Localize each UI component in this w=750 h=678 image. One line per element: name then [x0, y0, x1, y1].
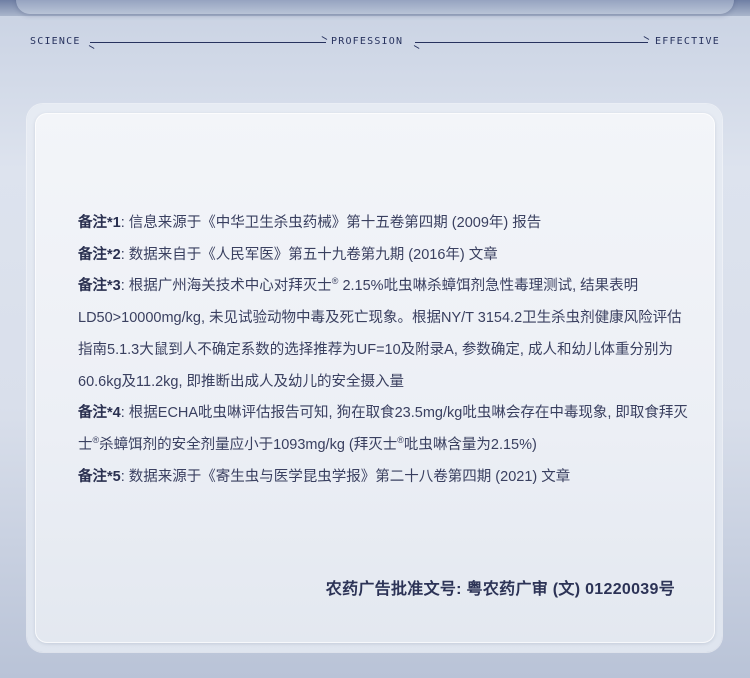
- note-3-text-after: 2.15%吡虫啉杀蟑饵剂急性毒理测试, 结果表明LD50>10000mg/kg,…: [78, 278, 682, 390]
- note-5-text: : 数据来源于《寄生虫与医学昆虫学报》第二十八卷第四期 (2021) 文章: [120, 468, 571, 485]
- note-4: 备注*4: 根据ECHA吡虫啉评估报告可知, 狗在取食23.5mg/kg吡虫啉会…: [78, 398, 688, 461]
- note-1-label: 备注*1: [78, 215, 121, 231]
- note-3-label: 备注*3: [78, 278, 121, 295]
- note-4-text-b: 杀蟑饵剂的安全剂量应小于1093mg/kg (拜灭士: [99, 436, 398, 453]
- top-band-panel: [16, 0, 734, 14]
- tagline-divider-left: [90, 42, 326, 43]
- tagline-effective: EFFECTIVE: [655, 36, 720, 47]
- tagline: SCIENCE PROFESSION EFFECTIVE: [30, 34, 722, 50]
- note-2-label: 备注*2: [78, 246, 121, 263]
- ad-approval-number: 农药广告批准文号: 粤农药广审 (文) 01220039号: [325, 581, 675, 598]
- note-4-label: 备注*4: [78, 405, 121, 422]
- note-5: 备注*5: 数据来源于《寄生虫与医学昆虫学报》第二十八卷第四期 (2021) 文…: [78, 462, 688, 494]
- note-2-text: : 数据来自于《人民军医》第五十九卷第九期 (2016年) 文章: [120, 246, 498, 263]
- note-1: 备注*1: 信息来源于《中华卫生杀虫药械》第十五卷第四期 (2009年) 报告: [78, 208, 688, 240]
- tagline-divider-right: [415, 42, 648, 43]
- note-3: 备注*3: 根据广州海关技术中心对拜灭士® 2.15%吡虫啉杀蟑饵剂急性毒理测试…: [78, 271, 688, 398]
- notes-list: 备注*1: 信息来源于《中华卫生杀虫药械》第十五卷第四期 (2009年) 报告 …: [78, 208, 688, 493]
- tagline-profession: PROFESSION: [331, 36, 404, 47]
- tagline-science: SCIENCE: [30, 36, 81, 47]
- note-2: 备注*2: 数据来自于《人民军医》第五十九卷第九期 (2016年) 文章: [78, 240, 688, 272]
- note-5-label: 备注*5: [78, 468, 121, 485]
- note-1-text: : 信息来源于《中华卫生杀虫药械》第十五卷第四期 (2009年) 报告: [120, 215, 542, 231]
- registered-mark: ®: [397, 434, 404, 445]
- note-3-text-before: : 根据广州海关技术中心对拜灭士: [120, 278, 332, 295]
- top-band: [0, 0, 750, 16]
- note-4-text-c: 吡虫啉含量为2.15%): [403, 436, 537, 453]
